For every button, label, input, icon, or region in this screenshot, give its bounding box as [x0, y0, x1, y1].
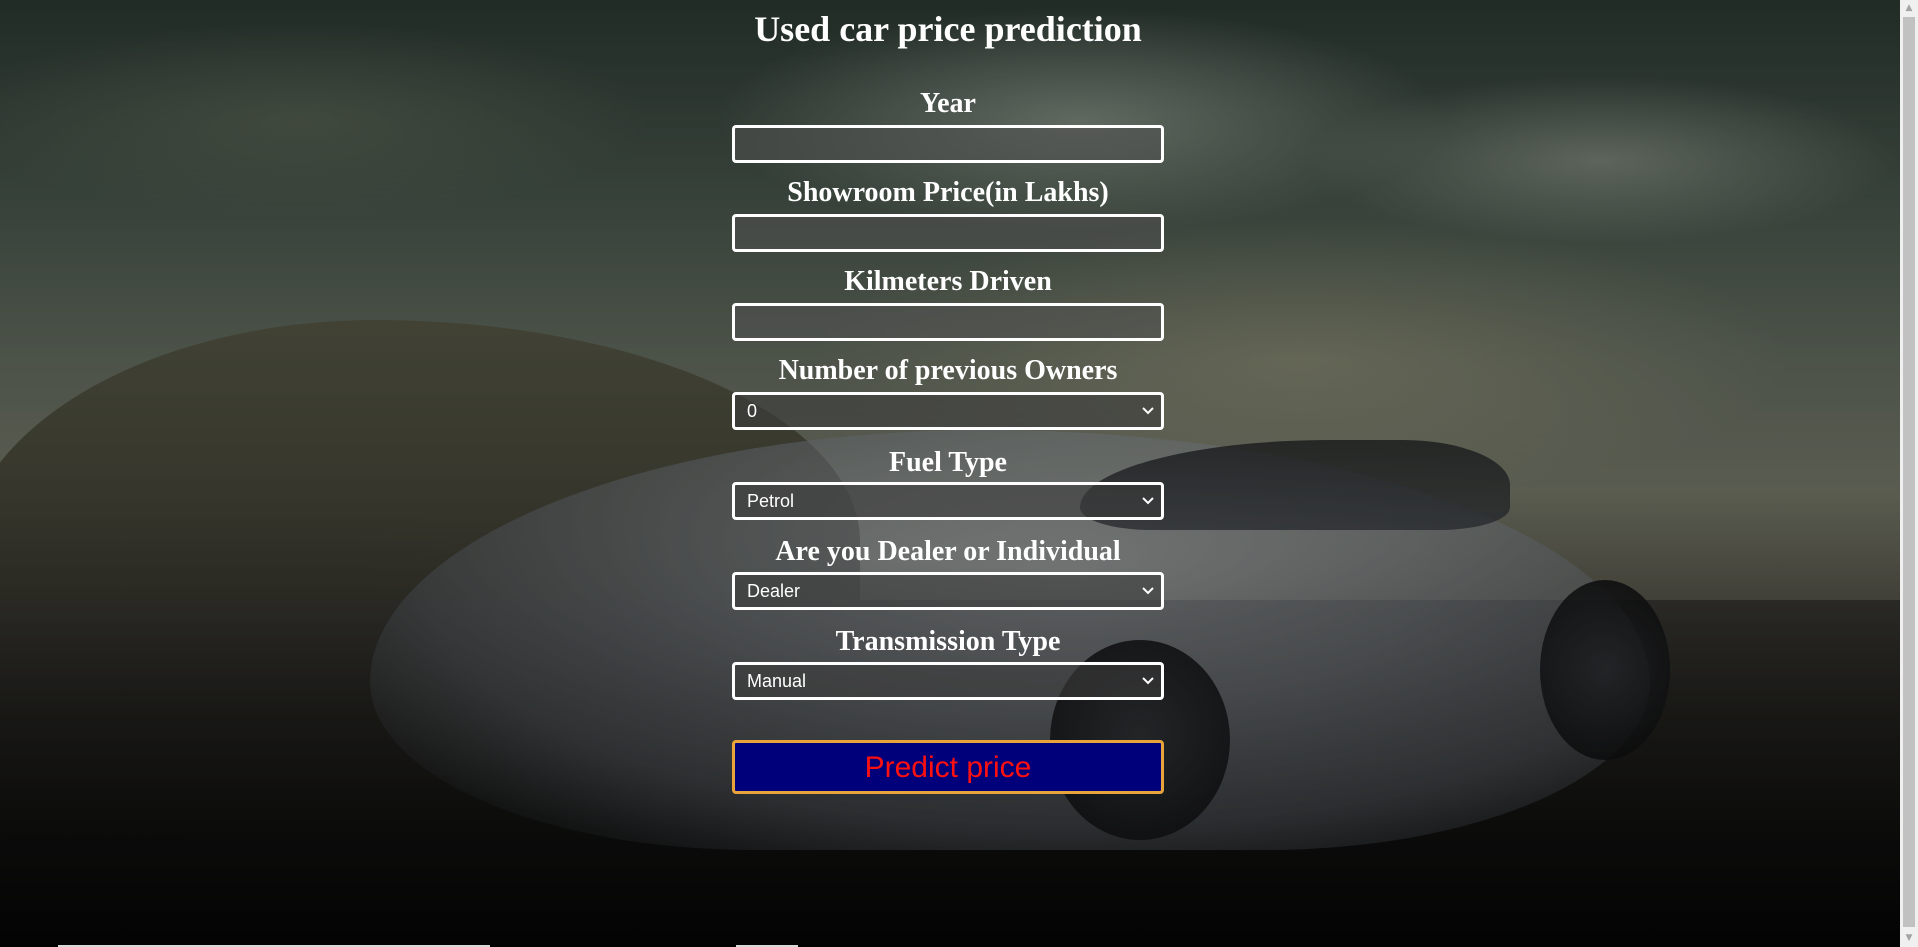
kms-driven-input[interactable] [732, 303, 1164, 341]
fuel-type-label: Fuel Type [889, 447, 1007, 478]
owners-select[interactable]: 0 [732, 392, 1164, 430]
seller-type-selected-value: Dealer [747, 581, 801, 601]
chevron-down-icon [1142, 587, 1154, 595]
fuel-type-selected-value: Petrol [747, 491, 795, 511]
year-label: Year [920, 88, 976, 119]
scroll-down-icon[interactable]: ▼ [1900, 930, 1918, 947]
seller-type-label: Are you Dealer or Individual [775, 536, 1121, 567]
showroom-price-label: Showroom Price(in Lakhs) [787, 177, 1109, 208]
showroom-price-input[interactable] [732, 214, 1164, 252]
predict-price-button[interactable]: Predict price [732, 740, 1164, 794]
scroll-up-icon[interactable]: ▲ [1900, 0, 1918, 17]
transmission-selected-value: Manual [747, 671, 807, 691]
owners-label: Number of previous Owners [778, 355, 1118, 386]
transmission-select[interactable]: Manual [732, 662, 1164, 700]
chevron-down-icon [1142, 407, 1154, 415]
chevron-down-icon [1142, 497, 1154, 505]
page: Used car price prediction Year Showroom … [0, 0, 1918, 947]
scrollbar-thumb[interactable] [1903, 17, 1915, 927]
kms-driven-label: Kilmeters Driven [844, 266, 1052, 297]
owners-selected-value: 0 [747, 401, 758, 421]
footer-text: INTERNSHIP PROJECT [8, 834, 186, 851]
transmission-label: Transmission Type [835, 626, 1061, 657]
seller-type-select[interactable]: Dealer [732, 572, 1164, 610]
fuel-type-select[interactable]: Petrol [732, 482, 1164, 520]
chevron-down-icon [1142, 677, 1154, 685]
page-title: Used car price prediction [754, 9, 1142, 49]
year-input[interactable] [732, 125, 1164, 163]
vertical-scrollbar[interactable]: ▲ ▼ [1900, 0, 1918, 947]
